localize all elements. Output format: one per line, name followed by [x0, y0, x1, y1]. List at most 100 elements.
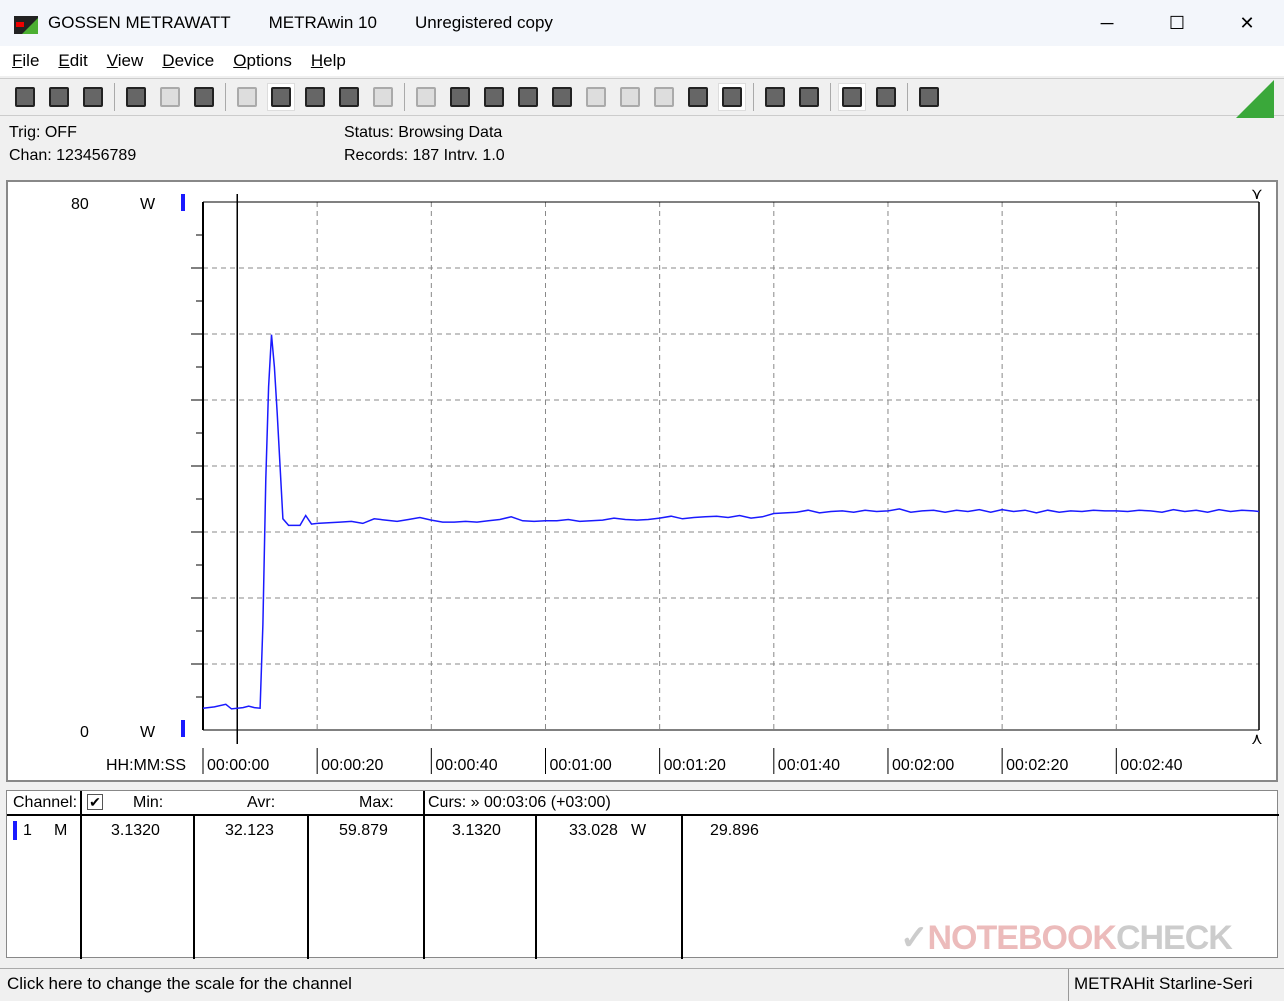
zoom-curve-button[interactable]	[872, 83, 900, 111]
toolbar-separator	[404, 83, 405, 111]
device-config-icon	[586, 87, 606, 107]
pulse-button[interactable]	[650, 83, 678, 111]
table-view-icon	[339, 87, 359, 107]
settings-list-button[interactable]	[480, 83, 508, 111]
menu-file[interactable]: File	[12, 51, 39, 71]
y-unit-bottom: W	[140, 724, 156, 741]
display-button[interactable]	[233, 83, 261, 111]
y-unit-top: W	[140, 196, 156, 213]
min-value: 3.1320	[111, 822, 160, 839]
title-registration: Unregistered copy	[414, 13, 553, 32]
x-tick-label: 00:02:40	[1120, 757, 1182, 774]
menu-bar: File Edit View Device Options Help	[0, 46, 1284, 76]
menu-edit[interactable]: Edit	[58, 51, 87, 71]
save-as-icon	[49, 87, 69, 107]
device-transfer-icon	[160, 87, 180, 107]
table-view-button[interactable]	[335, 83, 363, 111]
bug-icon	[722, 87, 742, 107]
minimize-button[interactable]: ─	[1072, 0, 1142, 46]
x-tick-label: 00:00:00	[207, 757, 269, 774]
bug-button[interactable]	[718, 83, 746, 111]
function-icon	[552, 87, 572, 107]
maximize-button[interactable]: ☐	[1142, 0, 1212, 46]
channel-mode: M	[54, 822, 68, 839]
monitor-button[interactable]	[514, 83, 542, 111]
signal-button[interactable]	[616, 83, 644, 111]
histogram-icon	[373, 87, 393, 107]
comment-icon	[919, 87, 939, 107]
menu-help[interactable]: Help	[311, 51, 346, 71]
power-series-line	[202, 334, 1260, 710]
waveform-view-button[interactable]	[267, 83, 295, 111]
menu-device[interactable]: Device	[162, 51, 214, 71]
zoom-waveform-icon	[842, 87, 862, 107]
print-preview-icon	[765, 87, 785, 107]
print-icon	[799, 87, 819, 107]
menu-view[interactable]: View	[107, 51, 144, 71]
memory-read-icon	[194, 87, 214, 107]
y-cursor-icon: ⋎	[1251, 186, 1263, 203]
records-text: Records: 187 Intrv. 1.0	[344, 147, 505, 164]
x-tick-label: 00:01:20	[664, 757, 726, 774]
function-button[interactable]	[548, 83, 576, 111]
print-button[interactable]	[795, 83, 823, 111]
open-folder-icon	[83, 87, 103, 107]
channel-checkbox[interactable]: ✔	[87, 794, 103, 810]
device-read-icon	[126, 87, 146, 107]
x-tick-label: 00:02:00	[892, 757, 954, 774]
histogram-button[interactable]	[369, 83, 397, 111]
title-vendor: GOSSEN METRAWATT	[48, 13, 231, 32]
device-name: METRAHit Starline-Seri	[1068, 969, 1284, 1001]
avr-value: 32.123	[225, 822, 274, 839]
status-hint[interactable]: Click here to change the scale for the c…	[7, 974, 352, 994]
toolbar	[0, 78, 1284, 116]
save-button[interactable]	[11, 83, 39, 111]
toolbar-separator	[225, 83, 226, 111]
y-scale-marker-top	[181, 194, 185, 211]
print-preview-button[interactable]	[761, 83, 789, 111]
pulse-icon	[654, 87, 674, 107]
clock-button[interactable]	[684, 83, 712, 111]
close-button[interactable]: ✕	[1212, 0, 1282, 46]
clock-icon	[688, 87, 708, 107]
current-value: 33.028	[569, 822, 618, 839]
title-bar: GOSSEN METRAWATT METRAwin 10 Unregistere…	[0, 0, 1284, 46]
trigger-status: Trig: OFF	[9, 124, 77, 141]
header-min: Min:	[133, 794, 164, 811]
export-button[interactable]	[412, 83, 440, 111]
import-button[interactable]	[446, 83, 474, 111]
y-max-label: 80	[71, 196, 89, 213]
header-avr: Avr:	[247, 794, 276, 811]
channel-color-marker	[13, 821, 17, 840]
menu-options[interactable]: Options	[233, 51, 292, 71]
monitor-icon	[518, 87, 538, 107]
y-scale-marker-bottom	[181, 720, 185, 737]
header-cursor: Curs: » 00:03:06 (+03:00)	[428, 794, 611, 811]
export-icon	[416, 87, 436, 107]
x-tick-label: 00:01:00	[549, 757, 611, 774]
zoom-waveform-button[interactable]	[838, 83, 866, 111]
comment-button[interactable]	[915, 83, 943, 111]
x-tick-label: 00:00:20	[321, 757, 383, 774]
device-read-button[interactable]	[122, 83, 150, 111]
import-icon	[450, 87, 470, 107]
watermark-logo: ✓NOTEBOOKCHECK	[900, 919, 1233, 957]
crosshair-button[interactable]	[301, 83, 329, 111]
chart-panel[interactable]: 00:00:00 00:00:20 00:00:40 00:01:00 00:01:20…	[6, 180, 1278, 782]
save-as-button[interactable]	[45, 83, 73, 111]
signal-icon	[620, 87, 640, 107]
open-folder-button[interactable]	[79, 83, 107, 111]
device-config-button[interactable]	[582, 83, 610, 111]
x-tick-label: 00:00:40	[435, 757, 497, 774]
toolbar-separator	[114, 83, 115, 111]
device-transfer-button[interactable]	[156, 83, 184, 111]
save-icon	[15, 87, 35, 107]
max-value: 59.879	[339, 822, 388, 839]
cursor-value: 3.1320	[452, 822, 501, 839]
toolbar-separator	[753, 83, 754, 111]
header-max: Max:	[359, 794, 394, 811]
memory-read-button[interactable]	[190, 83, 218, 111]
x-tick-label: 00:02:20	[1006, 757, 1068, 774]
zoom-curve-icon	[876, 87, 896, 107]
power-chart[interactable]: 00:00:00 00:00:20 00:00:40 00:01:00 00:01:20…	[8, 182, 1276, 780]
